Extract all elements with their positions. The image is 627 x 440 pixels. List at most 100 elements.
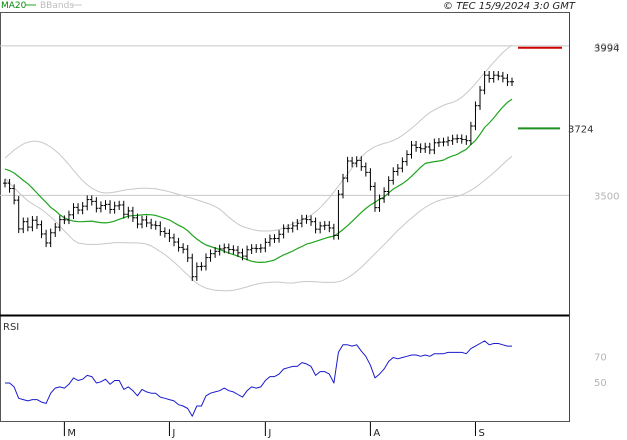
price-chart: MJJAS 350040005070 3994 3724 MA20 BBands… bbox=[0, 1, 619, 439]
ohlc-bar bbox=[395, 164, 400, 176]
ohlc-bar bbox=[39, 220, 44, 239]
y-axis-ticks: 350040005070 bbox=[594, 42, 619, 389]
ohlc-bar bbox=[21, 217, 26, 234]
ma20-line bbox=[4, 98, 513, 263]
ohlc-bar bbox=[331, 223, 336, 240]
x-tick-label: S bbox=[478, 428, 484, 439]
ohlc-bar bbox=[231, 245, 236, 255]
ohlc-bar bbox=[12, 184, 17, 205]
x-tick-label: J bbox=[171, 428, 175, 439]
ohlc-bar bbox=[48, 228, 53, 248]
rsi-panel bbox=[5, 340, 512, 417]
ohlc-bar bbox=[436, 137, 441, 147]
ohlc-bar bbox=[144, 215, 149, 228]
ohlc-bar bbox=[172, 233, 176, 247]
ohlc-bar bbox=[53, 222, 58, 237]
ohlc-bar bbox=[500, 71, 505, 83]
x-axis-ticks: MJJAS bbox=[63, 422, 485, 439]
ohlc-bar bbox=[322, 221, 327, 231]
ohlc-bar bbox=[441, 137, 446, 147]
ohlc-bar bbox=[149, 218, 154, 230]
resistance-level-label: 3994 bbox=[594, 44, 619, 55]
ohlc-bar bbox=[16, 195, 21, 234]
rsi-tick-label-50: 50 bbox=[594, 378, 607, 389]
ohlc-bar bbox=[478, 85, 483, 110]
ohlc-bar bbox=[108, 200, 113, 214]
ohlc-bar bbox=[427, 142, 432, 155]
ohlc-bar bbox=[140, 215, 145, 229]
x-tick-label: M bbox=[67, 428, 76, 439]
ohlc-bar bbox=[258, 243, 263, 253]
legend-bbands-label: BBands bbox=[40, 1, 74, 11]
ohlc-bar bbox=[281, 224, 286, 239]
ohlc-bar bbox=[386, 176, 391, 196]
ma20-polyline bbox=[4, 98, 513, 263]
ohlc-bar bbox=[181, 243, 186, 254]
price-gridlines bbox=[0, 45, 569, 196]
ohlc-bar bbox=[468, 121, 473, 145]
ohlc-bar bbox=[372, 182, 377, 212]
ohlc-bar bbox=[158, 221, 163, 236]
ohlc-bar bbox=[190, 253, 195, 281]
bb-lower-line bbox=[4, 155, 513, 292]
ohlc-bar bbox=[194, 262, 199, 281]
ohlc-bar bbox=[199, 262, 204, 271]
ohlc-bar bbox=[423, 142, 428, 153]
ohlc-bar bbox=[409, 140, 414, 159]
ohlc-bar bbox=[89, 195, 94, 206]
ohlc-bar bbox=[377, 194, 382, 212]
x-tick-label: J bbox=[267, 428, 271, 439]
ohlc-bar bbox=[71, 203, 76, 220]
ohlc-bar bbox=[34, 216, 39, 229]
bb-upper-line bbox=[4, 44, 513, 232]
ohlc-bar bbox=[363, 162, 368, 177]
ohlc-bar bbox=[473, 101, 478, 131]
ohlc-bar bbox=[304, 214, 309, 224]
ohlc-bar bbox=[117, 200, 122, 211]
ohlc-bar bbox=[162, 227, 167, 238]
ohlc-bar bbox=[450, 134, 455, 145]
ohlc-bar bbox=[66, 210, 71, 225]
legend-ma20-label: MA20 bbox=[1, 1, 27, 11]
ohlc-bar bbox=[57, 215, 62, 232]
ohlc-bar bbox=[313, 217, 318, 234]
ohlc-bar bbox=[245, 245, 250, 261]
ohlc-bars bbox=[3, 71, 514, 281]
ohlc-bar bbox=[25, 217, 30, 232]
ohlc-bar bbox=[432, 138, 437, 155]
ohlc-bar bbox=[505, 74, 510, 86]
ohlc-bar bbox=[510, 77, 514, 86]
ohlc-bar bbox=[121, 200, 126, 219]
ohlc-bar bbox=[345, 156, 350, 183]
ohlc-bar bbox=[249, 244, 254, 254]
ohlc-bar bbox=[299, 214, 304, 228]
ohlc-bar bbox=[254, 244, 259, 253]
ohlc-bar bbox=[487, 71, 492, 83]
ohlc-bar bbox=[98, 201, 103, 213]
ohlc-bar bbox=[318, 221, 323, 234]
ohlc-bar bbox=[76, 203, 81, 215]
ohlc-bar bbox=[446, 136, 451, 147]
ohlc-bar bbox=[203, 253, 208, 271]
ohlc-bar bbox=[455, 134, 460, 144]
ohlc-bar bbox=[309, 215, 314, 226]
ohlc-bar bbox=[153, 220, 158, 230]
copyright-text: © TEC 15/9/2024 3:0 GMT bbox=[443, 1, 576, 12]
ohlc-bar bbox=[277, 230, 282, 243]
ohlc-bar bbox=[263, 238, 268, 253]
ohlc-bar bbox=[414, 140, 419, 152]
ohlc-bar bbox=[85, 195, 90, 211]
ohlc-bar bbox=[491, 71, 496, 83]
ohlc-bar bbox=[496, 71, 501, 81]
ohlc-bar bbox=[112, 201, 117, 214]
ohlc-bar bbox=[208, 249, 213, 262]
ohlc-bar bbox=[167, 229, 172, 243]
ohlc-bar bbox=[368, 168, 373, 191]
ma-level-label: 3724 bbox=[568, 124, 593, 135]
ohlc-bar bbox=[176, 237, 181, 252]
ohlc-bar bbox=[354, 156, 359, 168]
ohlc-bar bbox=[103, 200, 108, 210]
ohlc-bar bbox=[130, 206, 135, 223]
rsi-line bbox=[5, 340, 512, 417]
ohlc-bar bbox=[400, 157, 405, 173]
